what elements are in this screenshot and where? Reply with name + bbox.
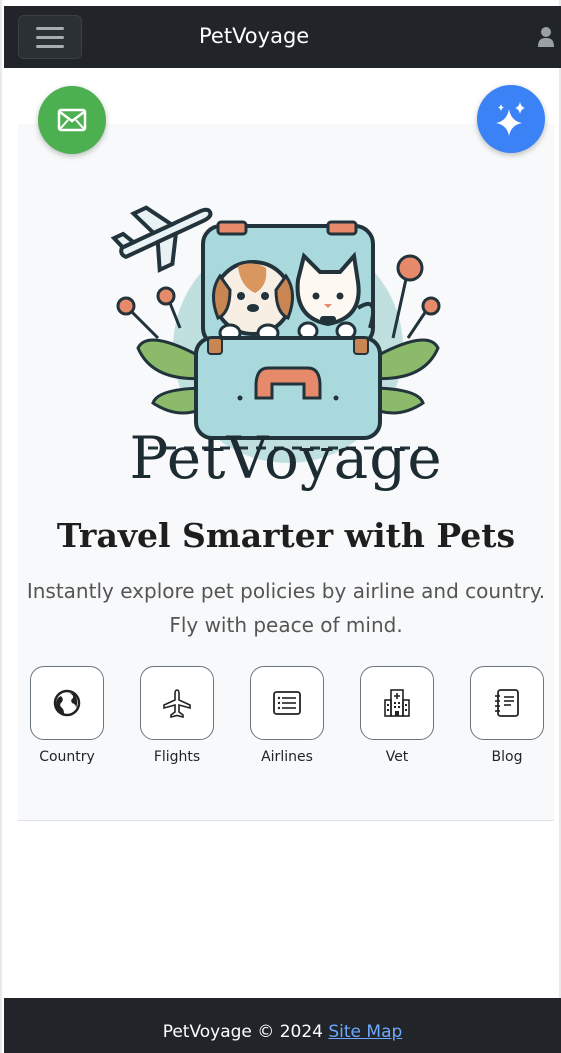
tile-vet-box[interactable]: [360, 666, 434, 740]
tile-vet-label: Vet: [385, 749, 409, 765]
list-icon: [273, 691, 301, 715]
tile-flights-box[interactable]: [140, 666, 214, 740]
hero-section: PetVoyage Travel Smarter with Pets Insta…: [18, 124, 554, 821]
top-navbar: PetVoyage: [4, 6, 561, 68]
sparkles-icon: [496, 102, 525, 136]
tile-flights[interactable]: Flights: [140, 666, 214, 765]
tile-airlines-label: Airlines: [261, 749, 313, 765]
tile-country[interactable]: Country: [30, 666, 104, 765]
navbar-brand[interactable]: PetVoyage: [199, 24, 309, 48]
hero-headline: Travel Smarter with Pets: [56, 516, 516, 555]
tile-airlines-box[interactable]: [250, 666, 324, 740]
tile-vet[interactable]: Vet: [360, 666, 434, 765]
dog-illustration: [212, 260, 294, 336]
site-map-link[interactable]: Site Map: [328, 1022, 402, 1042]
tile-country-label: Country: [39, 749, 95, 765]
tile-blog-label: Blog: [491, 749, 523, 765]
envelope-icon: [57, 108, 87, 132]
app-frame: PetVoyage PetVoyage Travel Smarter with …: [0, 0, 561, 1053]
hamburger-menu-icon: [36, 26, 64, 30]
airplane-icon: [163, 689, 191, 718]
page-footer: PetVoyage © 2024 Site Map: [4, 998, 561, 1053]
footer-copyright: PetVoyage © 2024: [162, 1022, 323, 1042]
tile-blog-box[interactable]: [470, 666, 544, 740]
tile-blog[interactable]: Blog: [470, 666, 544, 765]
notebook-icon: [495, 689, 519, 717]
user-icon[interactable]: [537, 26, 555, 48]
hero-subline-line-1: Instantly explore pet policies by airlin…: [26, 579, 546, 603]
contact-mail-button[interactable]: [38, 86, 106, 154]
hamburger-menu-button[interactable]: [18, 15, 82, 59]
tile-flights-label: Flights: [153, 749, 201, 765]
globe-icon: [53, 689, 81, 717]
hero-subline: Instantly explore pet policies by airlin…: [18, 574, 554, 642]
ai-assistant-button[interactable]: [477, 85, 545, 153]
quick-nav-tiles: Country Flights Airlines Vet Blog: [18, 666, 554, 776]
hospital-icon: [384, 689, 410, 717]
logo-wordmark: PetVoyage: [129, 424, 443, 492]
hero-subline-line-2: Fly with peace of mind.: [169, 613, 403, 637]
tile-airlines[interactable]: Airlines: [250, 666, 324, 765]
tile-country-box[interactable]: [30, 666, 104, 740]
